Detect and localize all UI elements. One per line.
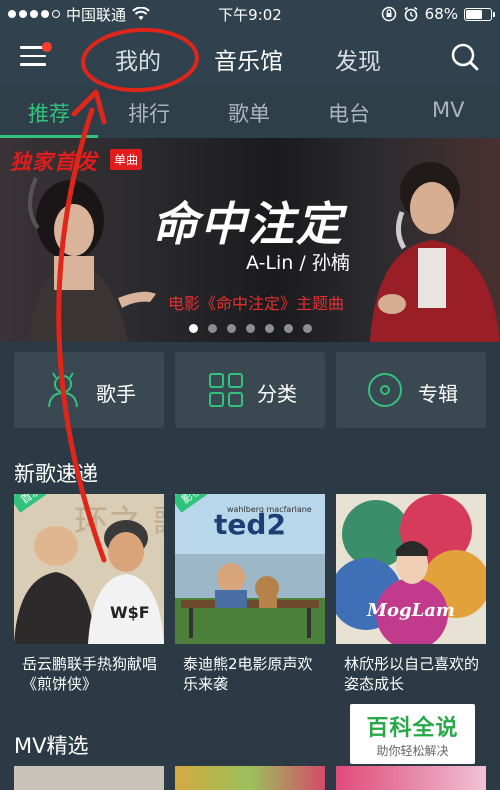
mv-thumbnail[interactable] [336,766,486,790]
singer-icon [48,372,78,408]
mv-thumbnail[interactable] [14,766,164,790]
singer-label: 歌手 [96,382,136,406]
subtab-charts[interactable]: 排行 [128,98,170,128]
page-dot [283,324,293,333]
singer-button[interactable]: 歌手 [14,352,164,428]
tab-discover[interactable]: 发现 [335,42,381,76]
svg-text:W$F: W$F [110,603,150,622]
single-tag: 单曲 [110,149,143,170]
cover-title: MogLam [367,600,455,621]
battery-fill [466,9,483,19]
banner-title: 命中注定 [152,197,344,251]
battery-percentage: 68% [424,5,458,23]
page-dot [245,324,255,333]
cover-title: ted2 [214,508,286,541]
notification-badge [42,42,52,52]
search-icon[interactable] [450,42,480,72]
page-dot [302,324,312,333]
watermark-title: 百科全说 [366,716,459,741]
alarm-icon [404,6,418,22]
song-title: 林欣彤以自己喜欢的姿态成长 [344,655,480,693]
subtab-recommend[interactable]: 推荐 [28,98,70,128]
album-cover: 环之 歌 W$F 首发 [14,494,164,644]
album-cover: wahlberg macfarlane ted2 影视 [175,494,325,644]
watermark-logo: 百科全说 助你轻松解决 [350,704,475,764]
page-dot [264,324,274,333]
page-dot [207,324,217,333]
battery-icon [464,7,495,21]
top-navigation: 我的 音乐馆 发现 [0,28,500,86]
status-bar: 中国联通 下午9:02 68% [0,0,500,28]
category-shortcuts: 歌手 分类 专辑 [0,352,500,428]
banner-subtitle: 电影《命中注定》主题曲 [168,294,345,313]
mv-section-heading: MV精选 [14,734,89,758]
new-song-card[interactable]: wahlberg macfarlane ted2 影视 泰迪熊2电影原声欢乐来袭 [175,494,325,694]
album-button[interactable]: 专辑 [336,352,486,428]
mv-thumbnail[interactable] [175,766,325,790]
watermark-subtitle: 助你轻松解决 [376,744,449,758]
subtab-radio[interactable]: 电台 [328,98,370,128]
grid-icon [209,373,243,407]
exclusive-release-label: 独家首发 [10,150,98,174]
subtab-mv[interactable]: MV [432,98,464,122]
album-label: 专辑 [418,382,458,406]
song-title: 岳云鹏联手热狗献唱《煎饼侠》 [22,655,158,693]
new-song-card[interactable]: MogLam 林欣彤以自己喜欢的姿态成长 [336,494,486,694]
album-cover: MogLam [336,494,486,644]
singer-photo-right [370,162,500,342]
banner-page-indicator [0,324,500,333]
category-button[interactable]: 分类 [175,352,325,428]
singer-photo-left [28,177,156,342]
category-label: 分类 [257,382,297,406]
tab-music-hall[interactable]: 音乐馆 [214,42,283,76]
mv-list [0,766,500,790]
sub-tab-bar: 推荐 排行 歌单 电台 MV [0,86,500,138]
subtab-playlists[interactable]: 歌单 [228,98,270,128]
song-title: 泰迪熊2电影原声欢乐来袭 [183,655,313,693]
new-song-card[interactable]: 环之 歌 W$F 首发 岳云鹏联手热狗献唱《煎饼侠》 [14,494,164,694]
disc-icon [368,373,402,407]
tab-mine[interactable]: 我的 [115,42,161,76]
new-songs-heading: 新歌速递 [14,462,98,486]
rotation-lock-icon [381,6,396,22]
promo-banner[interactable]: 独家首发 单曲 命中注定 A-Lin / 孙楠 电影《命中注定》主题曲 [0,138,500,342]
page-dot [188,324,198,333]
page-dot [226,324,236,333]
banner-artists: A-Lin / 孙楠 [246,252,350,274]
